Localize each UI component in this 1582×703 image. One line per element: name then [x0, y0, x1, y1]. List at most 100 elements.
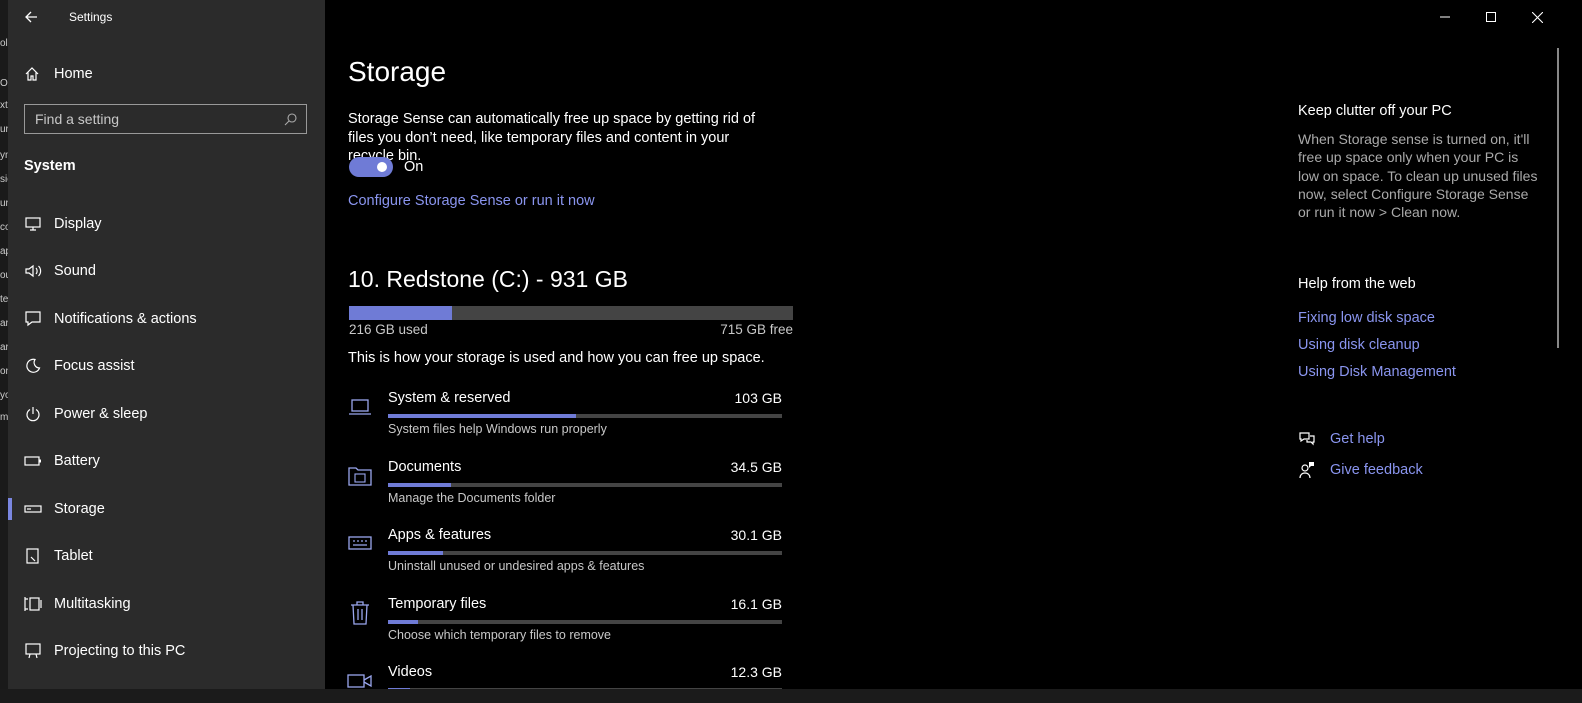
sidebar-item-tablet[interactable]: Tablet	[8, 533, 325, 581]
category-name: Temporary files	[388, 595, 487, 612]
bg-text: yo	[0, 390, 8, 401]
configure-storage-sense-link[interactable]: Configure Storage Sense or run it now	[348, 193, 595, 209]
sidebar-item-power-sleep[interactable]: Power & sleep	[8, 390, 325, 438]
category-bar	[388, 551, 782, 555]
bg-text: yn	[0, 150, 8, 161]
bg-text: on	[0, 366, 8, 377]
category-system-reserved[interactable]: System & reserved 103 GB System files he…	[347, 386, 787, 455]
storage-category-list: System & reserved 103 GB System files he…	[347, 386, 787, 689]
drive-used-label: 216 GB used	[349, 322, 428, 337]
sidebar: Settings Home System Display Sound	[8, 0, 325, 689]
category-bar	[388, 482, 782, 487]
bg-text: sic	[0, 174, 8, 185]
get-help-row[interactable]: Get help	[1298, 430, 1385, 448]
minimize-button[interactable]	[1422, 0, 1468, 34]
search-icon[interactable]	[278, 112, 302, 126]
category-apps-features[interactable]: Apps & features 30.1 GB Uninstall unused…	[347, 523, 787, 592]
bg-text: ol	[0, 38, 8, 49]
category-documents[interactable]: Documents 34.5 GB Manage the Documents f…	[347, 455, 787, 524]
sidebar-item-label: Display	[54, 215, 102, 232]
search-box[interactable]	[24, 104, 307, 134]
bg-text: ur	[0, 198, 8, 209]
help-from-web-title: Help from the web	[1298, 276, 1416, 292]
background-window-strip: ol Ob xt ur yn sic ur co ap ou te arz ar…	[0, 0, 8, 703]
storage-sense-toggle[interactable]	[349, 157, 393, 177]
home-nav-item[interactable]: Home	[24, 62, 93, 86]
category-name: System & reserved	[388, 390, 511, 406]
desktop-bottom-strip	[0, 689, 1582, 703]
bg-text: xt	[0, 100, 8, 111]
tablet-icon	[24, 547, 42, 565]
bg-text: ou	[0, 270, 8, 281]
sidebar-item-label: Sound	[54, 263, 96, 280]
category-size: 30.1 GB	[730, 527, 782, 543]
home-icon	[25, 67, 39, 81]
category-bar	[388, 414, 782, 418]
category-bar-fill	[388, 414, 576, 418]
bg-text: m	[0, 412, 8, 423]
using-disk-cleanup-link[interactable]: Using disk cleanup	[1298, 337, 1420, 353]
category-bar-fill	[388, 619, 418, 624]
category-bar-fill	[388, 551, 444, 555]
trash-icon	[347, 600, 373, 626]
scrollbar[interactable]	[1557, 48, 1559, 348]
settings-window: Settings Home System Display Sound	[8, 0, 1566, 689]
page-title: Storage	[348, 56, 447, 87]
sidebar-item-focus-assist[interactable]: Focus assist	[8, 343, 325, 391]
sidebar-item-battery[interactable]: Battery	[8, 438, 325, 486]
sidebar-item-projecting[interactable]: Projecting to this PC	[8, 628, 325, 676]
category-description: Choose which temporary files to remove	[388, 627, 612, 642]
laptop-icon	[347, 394, 373, 420]
fixing-low-disk-space-link[interactable]: Fixing low disk space	[1298, 310, 1435, 326]
storage-sense-description: Storage Sense can automatically free up …	[348, 111, 756, 164]
sidebar-item-sound[interactable]: Sound	[8, 248, 325, 296]
power-icon	[24, 405, 42, 423]
projecting-icon	[24, 642, 42, 660]
bg-text: ur	[0, 124, 8, 135]
sidebar-item-multitasking[interactable]: Multitasking	[8, 580, 325, 628]
category-videos[interactable]: Videos 12.3 GB	[347, 660, 787, 689]
bg-text: Ob	[0, 78, 8, 89]
sidebar-item-label: Focus assist	[54, 358, 135, 375]
get-help-icon	[1298, 430, 1316, 448]
bg-text: co	[0, 222, 8, 233]
main-content: Storage Storage Sense can automatically …	[325, 0, 1566, 689]
drive-title: 10. Redstone (C:) - 931 GB	[348, 266, 628, 292]
sidebar-item-label: Tablet	[54, 548, 93, 565]
keep-clutter-title: Keep clutter off your PC	[1298, 103, 1452, 119]
sidebar-item-label: Battery	[54, 453, 100, 470]
sidebar-item-storage[interactable]: Storage	[8, 485, 325, 533]
category-temporary-files[interactable]: Temporary files 16.1 GB Choose which tem…	[347, 592, 787, 661]
section-title: System	[24, 158, 76, 174]
bg-text: ar	[0, 342, 8, 353]
keep-clutter-text: When Storage sense is turned on, it'll f…	[1298, 131, 1538, 221]
monitor-icon	[24, 215, 42, 233]
close-button[interactable]	[1514, 0, 1560, 34]
multitasking-icon	[24, 595, 42, 613]
give-feedback-row[interactable]: Give feedback	[1298, 461, 1423, 479]
category-description: Manage the Documents folder	[388, 490, 556, 505]
give-feedback-link[interactable]: Give feedback	[1330, 462, 1423, 478]
bg-text: ap	[0, 246, 8, 257]
get-help-link[interactable]: Get help	[1330, 431, 1385, 447]
using-disk-management-link[interactable]: Using Disk Management	[1298, 364, 1456, 380]
category-name: Documents	[388, 458, 462, 475]
sidebar-item-notifications[interactable]: Notifications & actions	[8, 295, 325, 343]
maximize-button[interactable]	[1468, 0, 1514, 34]
drive-usage-bar	[349, 306, 793, 320]
search-input[interactable]	[25, 110, 278, 128]
sidebar-item-label: Power & sleep	[54, 405, 148, 422]
maximize-icon	[1486, 12, 1496, 22]
moon-icon	[24, 357, 42, 375]
title-bar: Settings	[8, 0, 325, 34]
drive-free-label: 715 GB free	[720, 322, 793, 337]
back-button[interactable]	[20, 6, 42, 28]
app-title: Settings	[69, 10, 113, 24]
give-feedback-icon	[1298, 461, 1316, 479]
storage-usage-hint: This is how your storage is used and how…	[348, 350, 765, 366]
sidebar-item-label: Storage	[54, 500, 105, 517]
sidebar-item-label: Multitasking	[54, 595, 131, 612]
category-description: Uninstall unused or undesired apps & fea…	[388, 559, 645, 573]
sidebar-item-display[interactable]: Display	[8, 200, 325, 248]
toggle-state-label: On	[404, 159, 424, 175]
